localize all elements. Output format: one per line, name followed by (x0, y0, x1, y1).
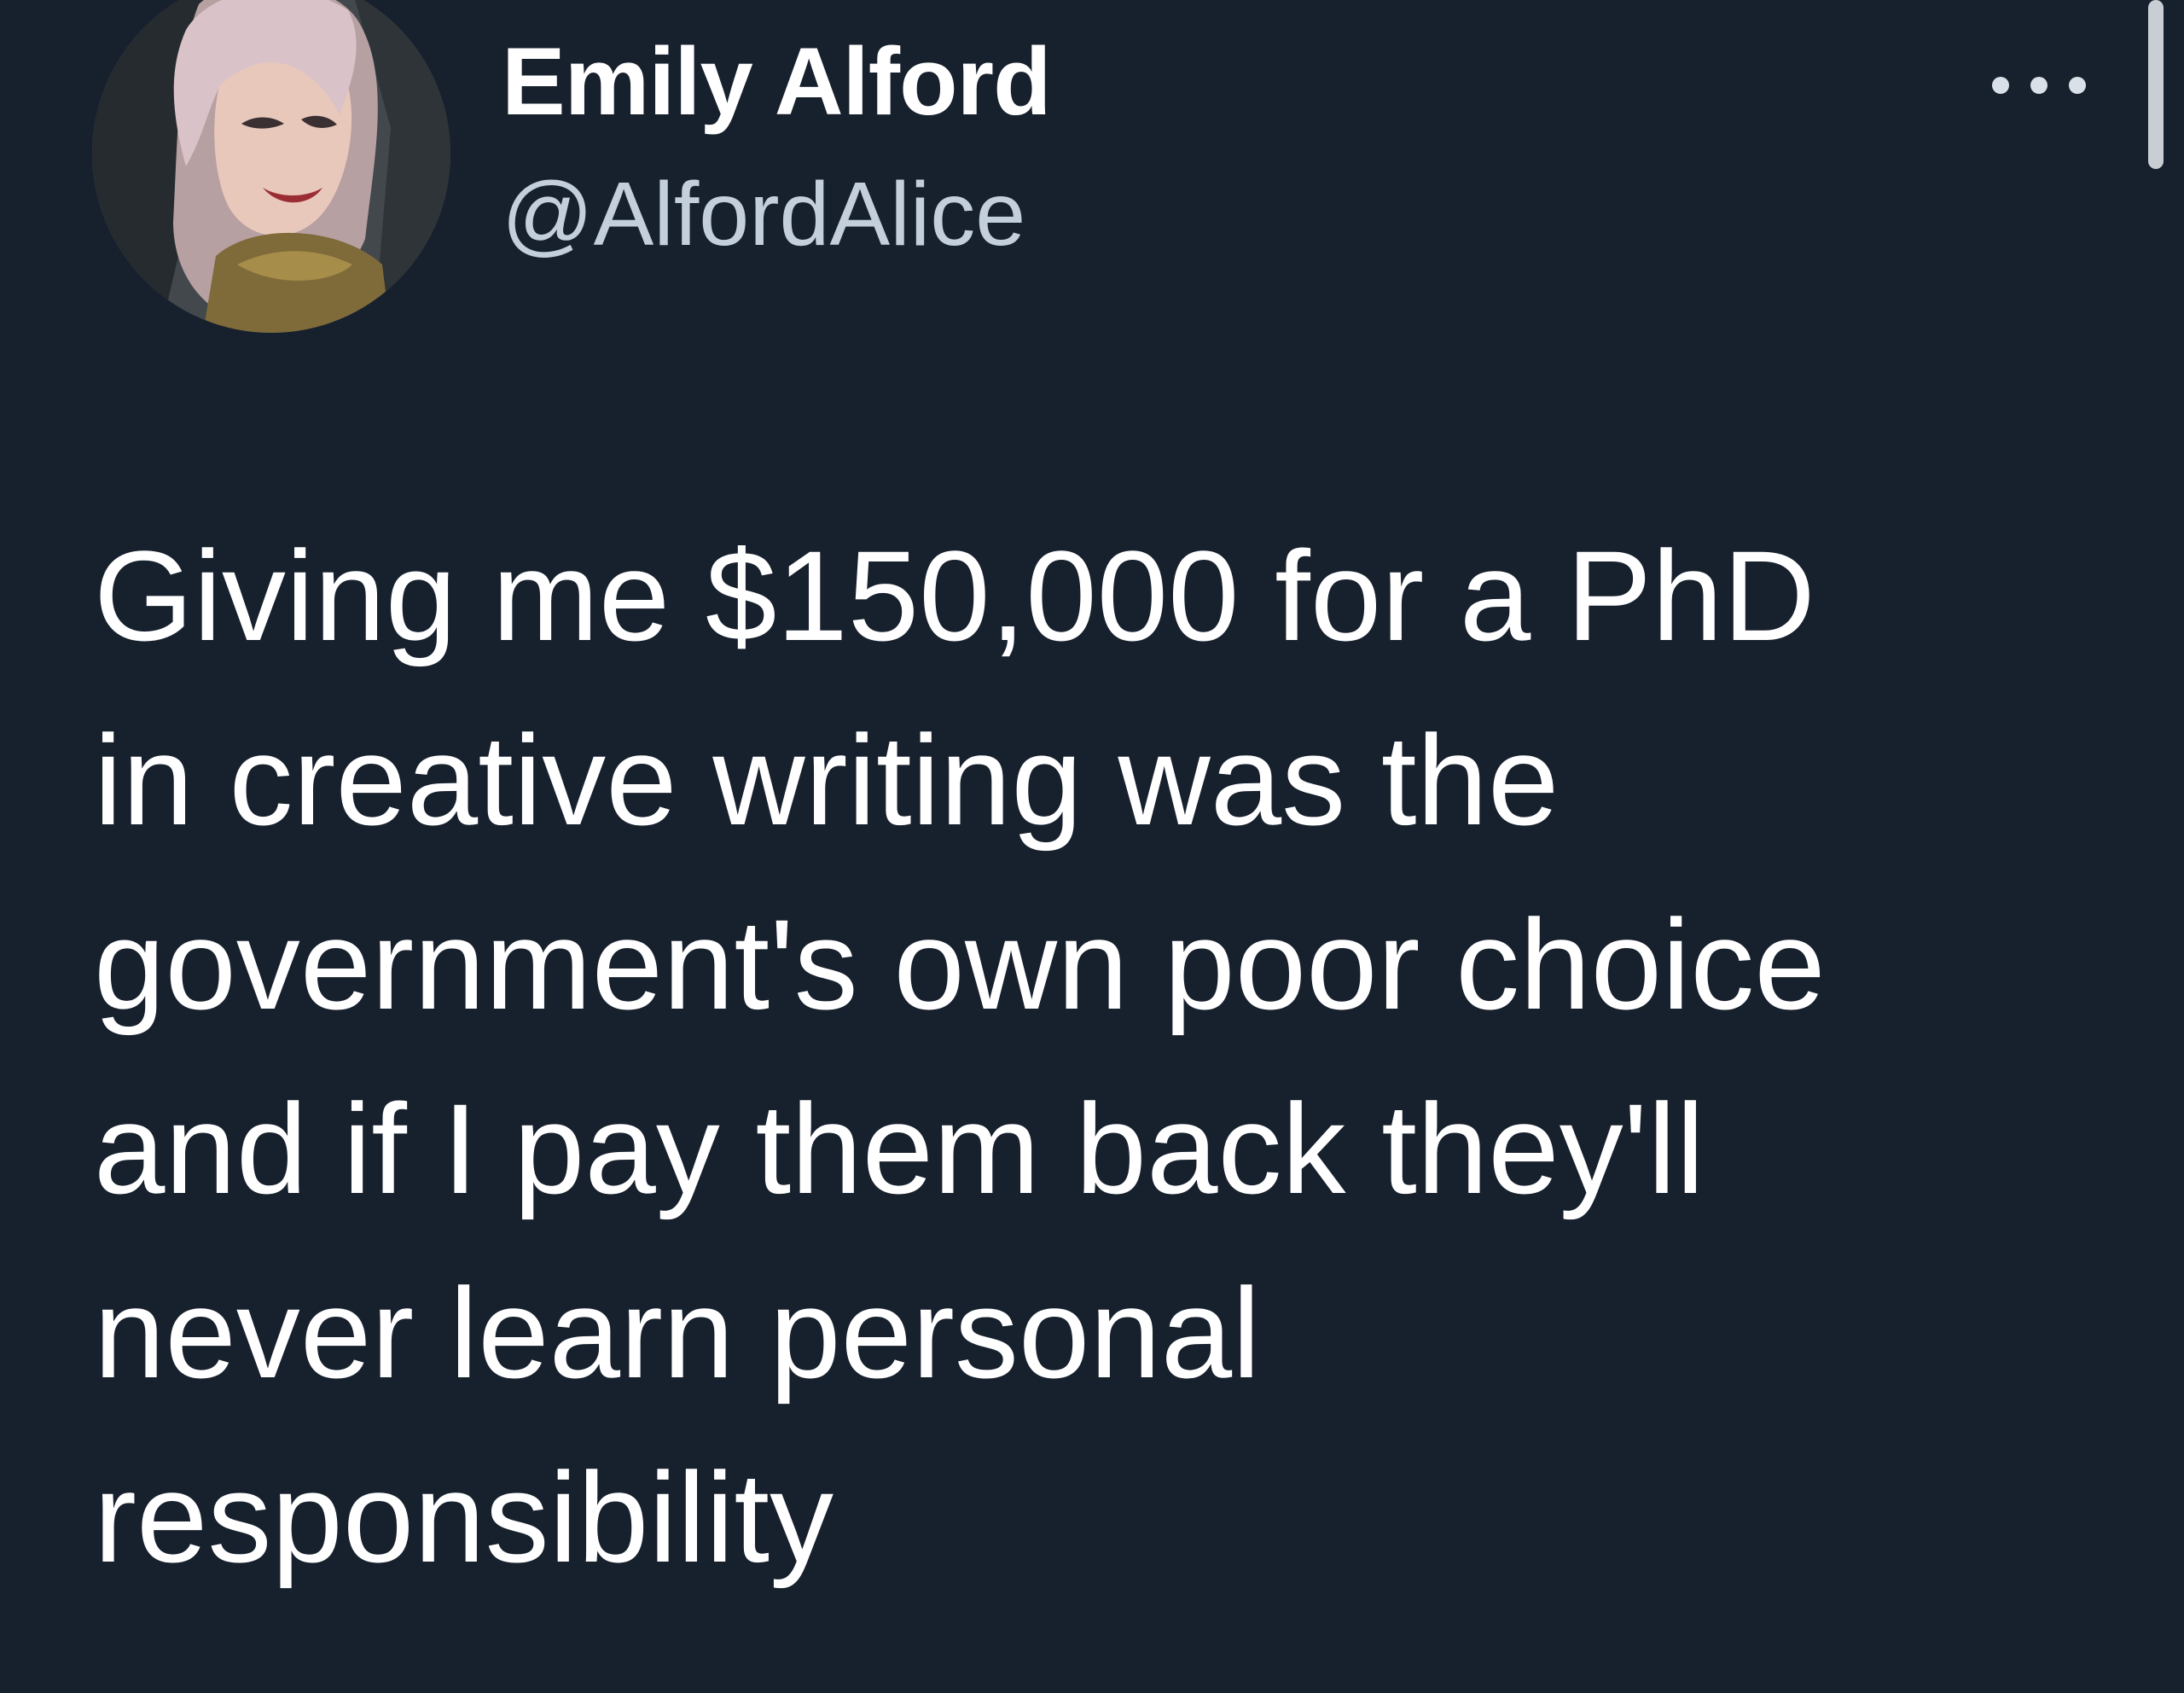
author-display-name[interactable]: Emily Alford (502, 34, 1051, 130)
scrollbar-thumb[interactable] (2148, 0, 2164, 169)
ellipsis-icon (2030, 77, 2048, 94)
tweet-card: Emily Alford @AlfordAlice Giving me $150… (0, 0, 2184, 1693)
more-options-button[interactable] (1992, 67, 2086, 104)
avatar[interactable] (92, 0, 450, 333)
tweet-text: Giving me $150,000 for a PhD in creative… (94, 524, 1826, 1589)
ellipsis-icon (1992, 77, 2009, 94)
ellipsis-icon (2069, 77, 2086, 94)
author-handle[interactable]: @AlfordAlice (502, 169, 1025, 259)
avatar-image (92, 0, 450, 333)
